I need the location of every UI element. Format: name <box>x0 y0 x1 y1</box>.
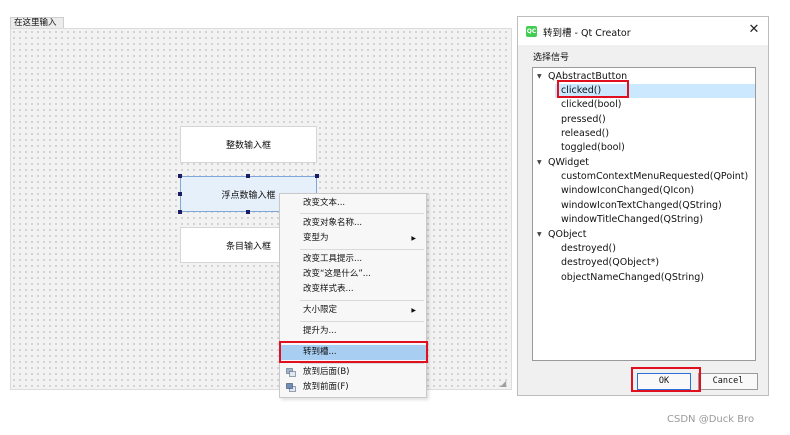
menu-item-change-text[interactable]: 改变文本... <box>281 197 426 210</box>
signal-item[interactable]: destroyed(QObject*) <box>561 256 659 269</box>
resize-handle[interactable] <box>178 192 182 196</box>
tree-group-qobject[interactable]: QObject <box>548 228 586 241</box>
menu-separator <box>300 321 424 322</box>
expand-chevron-icon[interactable]: ▼ <box>537 156 542 169</box>
menu-item-send-to-back[interactable]: 放到后面(B) <box>281 366 426 379</box>
menu-item-change-object-name[interactable]: 改变对象名称... <box>281 217 426 230</box>
submenu-arrow-icon: ▶ <box>411 307 416 314</box>
signal-item[interactable]: clicked(bool) <box>561 98 621 111</box>
context-menu: 改变文本... 改变对象名称... 变型为 ▶ 改变工具提示... 改变“这是什么… <box>279 193 427 398</box>
go-to-slot-dialog: QC 转到槽 - Qt Creator ✕ 选择信号 ▼ QAbstractBu… <box>517 16 769 396</box>
menu-item-label: 变型为 <box>303 233 329 243</box>
signal-tree[interactable]: ▼ QAbstractButton clicked() clicked(bool… <box>532 67 756 361</box>
annotation-box-go-to-slot <box>279 341 428 363</box>
select-signal-label: 选择信号 <box>533 53 570 63</box>
tree-group-qwidget[interactable]: QWidget <box>548 156 589 169</box>
screen: 在这里输入 整数输入框 浮点数输入框 条目输入框 ◢ 改变文本... 改变对象名… <box>0 0 790 435</box>
resize-handle[interactable] <box>178 210 182 214</box>
signal-item[interactable]: objectNameChanged(QString) <box>561 271 704 284</box>
submenu-arrow-icon: ▶ <box>411 235 416 242</box>
menu-separator <box>300 213 424 214</box>
qt-creator-logo-icon: QC <box>526 26 537 37</box>
menu-item-change-stylesheet[interactable]: 改变样式表... <box>281 283 426 296</box>
expand-chevron-icon[interactable]: ▼ <box>537 70 542 83</box>
int-input-button[interactable]: 整数输入框 <box>180 126 317 163</box>
send-to-back-icon <box>286 368 296 377</box>
resize-handle[interactable] <box>178 174 182 178</box>
resize-handle[interactable] <box>246 210 250 214</box>
watermark: CSDN @Duck Bro <box>667 414 755 425</box>
menu-separator <box>300 300 424 301</box>
signal-item[interactable]: customContextMenuRequested(QPoint) <box>561 170 748 183</box>
resize-handle[interactable] <box>246 174 250 178</box>
signal-item[interactable]: destroyed() <box>561 242 616 255</box>
signal-item[interactable]: windowIconChanged(QIcon) <box>561 184 694 197</box>
menu-separator <box>300 363 424 364</box>
bring-to-front-icon <box>286 383 296 392</box>
annotation-box-ok-button <box>631 367 701 392</box>
menu-item-morph-into[interactable]: 变型为 ▶ <box>281 232 426 245</box>
menu-item-label: 放到前面(F) <box>303 382 349 392</box>
menu-item-label: 放到后面(B) <box>303 367 350 377</box>
signal-item[interactable]: windowIconTextChanged(QString) <box>561 199 722 212</box>
cancel-button[interactable]: Cancel <box>698 373 758 390</box>
signal-item[interactable]: released() <box>561 127 609 140</box>
menu-separator <box>300 249 424 250</box>
close-icon[interactable]: ✕ <box>746 22 762 38</box>
signal-item[interactable]: toggled(bool) <box>561 141 625 154</box>
menu-item-promote-to[interactable]: 提升为... <box>281 325 426 338</box>
menu-item-label: 大小限定 <box>303 305 338 315</box>
annotation-box-clicked-signal <box>557 80 629 98</box>
menu-item-bring-to-front[interactable]: 放到前面(F) <box>281 381 426 394</box>
dialog-titlebar[interactable]: QC 转到槽 - Qt Creator ✕ <box>518 17 768 45</box>
signal-item[interactable]: windowTitleChanged(QString) <box>561 213 703 226</box>
menu-item-change-tooltip[interactable]: 改变工具提示... <box>281 253 426 266</box>
signal-item[interactable]: pressed() <box>561 113 606 126</box>
expand-chevron-icon[interactable]: ▼ <box>537 228 542 241</box>
menu-item-change-whats-this[interactable]: 改变“这是什么”... <box>281 268 426 281</box>
resize-handle[interactable] <box>315 174 319 178</box>
dialog-title: 转到槽 - Qt Creator <box>543 28 631 39</box>
menu-item-size-constraints[interactable]: 大小限定 ▶ <box>281 304 426 317</box>
resize-grip-icon[interactable]: ◢ <box>500 379 510 389</box>
